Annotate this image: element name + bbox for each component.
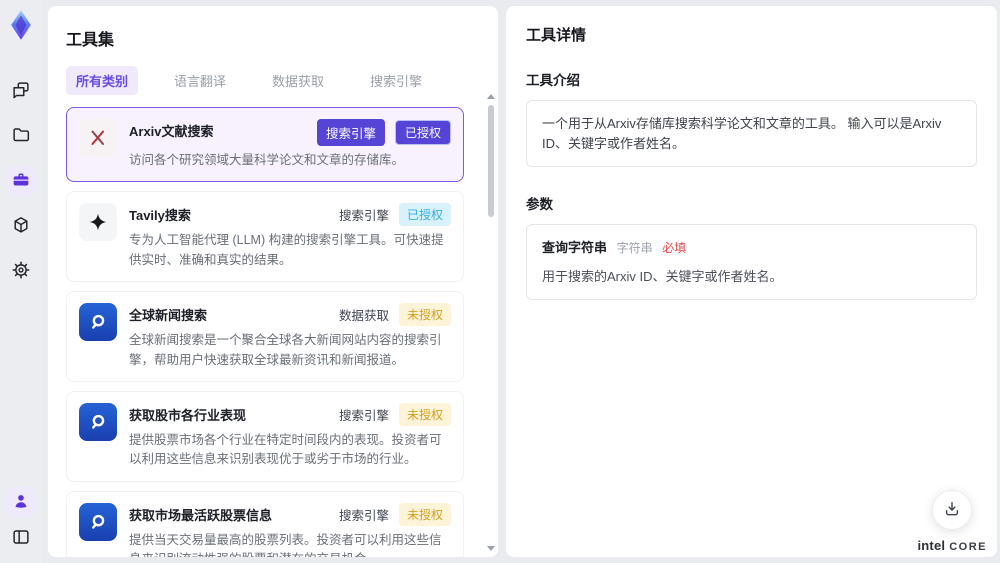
tool-list-item[interactable]: Arxiv文献搜索 搜索引擎 已授权 访问各个研究领域大量科学论文和文章的存储库… bbox=[66, 107, 464, 183]
tool-auth-badge: 已授权 bbox=[394, 120, 451, 145]
search-icon bbox=[92, 414, 105, 429]
tool-body: 获取股市各行业表现 搜索引擎 未授权 提供股票市场各个行业在特定时间段内的表现。… bbox=[129, 402, 451, 470]
intel-core-logo: intel core bbox=[917, 537, 987, 555]
sidebar-bottom bbox=[6, 487, 36, 553]
tool-category-tag: 搜索引擎 bbox=[338, 209, 389, 224]
tab-0[interactable]: 所有类别 bbox=[66, 66, 139, 95]
sidebar-item-chat[interactable] bbox=[6, 76, 36, 106]
app-logo bbox=[5, 8, 37, 42]
tool-badges: 搜索引擎 已授权 bbox=[316, 119, 451, 146]
tool-body: Tavily搜索 搜索引擎 已授权 专为人工智能代理 (LLM) 构建的搜索引擎… bbox=[129, 203, 451, 270]
tool-name: Arxiv文献搜索 bbox=[129, 124, 214, 139]
folder-icon bbox=[10, 124, 32, 149]
tool-name: Tavily搜索 bbox=[129, 208, 191, 224]
tool-badges: 搜索引擎 已授权 bbox=[338, 203, 451, 227]
user-icon bbox=[11, 491, 31, 514]
page-title: 工具集 bbox=[66, 32, 115, 49]
details-title: 工具详情 bbox=[526, 27, 587, 44]
search-icon bbox=[92, 514, 105, 529]
param-name: 查询字符串 bbox=[542, 240, 608, 255]
tool-badges: 搜索引擎 未授权 bbox=[338, 402, 451, 426]
tab-3[interactable]: 搜索引擎 bbox=[360, 66, 432, 95]
tools-panel: 工具集 所有类别 语言翻译 数据获取 搜索引擎 Arxiv文献搜索 搜索引擎 已授权 … bbox=[48, 6, 498, 557]
download-icon bbox=[942, 499, 962, 522]
chat-icon bbox=[10, 79, 32, 104]
sparkle-icon bbox=[89, 214, 107, 231]
category-tabs: 所有类别 语言翻译 数据获取 搜索引擎 bbox=[66, 66, 478, 95]
tool-name: 获取市场最活跃股票信息 bbox=[129, 507, 273, 523]
gear-icon bbox=[10, 259, 32, 284]
search-icon bbox=[92, 314, 105, 329]
tool-category-tag: 数据获取 bbox=[338, 309, 389, 324]
tool-body: 获取市场最活跃股票信息 搜索引擎 未授权 提供当天交易量最高的股票列表。投资者可… bbox=[129, 502, 451, 557]
scroll-up-arrow-icon[interactable] bbox=[486, 94, 495, 99]
details-panel: 工具详情 工具介绍 一个用于从Arxiv存储库搜索科学论文和文章的工具。 输入可… bbox=[506, 6, 997, 557]
sidebar-item-models[interactable] bbox=[6, 211, 36, 241]
tool-icon bbox=[79, 119, 117, 157]
tool-auth-badge: 未授权 bbox=[398, 402, 451, 426]
tool-name: 全球新闻搜索 bbox=[129, 308, 208, 324]
sidebar-item-settings[interactable] bbox=[6, 256, 36, 286]
tool-body: Arxiv文献搜索 搜索引擎 已授权 访问各个研究领域大量科学论文和文章的存储库… bbox=[129, 119, 451, 170]
sidebar-item-collapse[interactable] bbox=[6, 523, 36, 553]
briefcase-icon bbox=[10, 169, 32, 194]
tool-name: 获取股市各行业表现 bbox=[129, 407, 247, 423]
sidebar-item-tools[interactable] bbox=[6, 166, 36, 196]
scroll-down-arrow-icon[interactable] bbox=[486, 546, 495, 551]
layout-panel-icon bbox=[10, 526, 32, 551]
param-header: 查询字符串 字符串 必填 bbox=[542, 238, 961, 258]
tool-category-tag: 搜索引擎 bbox=[316, 119, 385, 146]
tool-description: 提供股票市场各个行业在特定时间段内的表现。投资者可以利用这些信息来识别表现优于或… bbox=[129, 432, 442, 467]
tool-auth-badge: 未授权 bbox=[398, 502, 451, 526]
param-required-badge: 必填 bbox=[662, 241, 687, 255]
tool-list-item[interactable]: 获取股市各行业表现 搜索引擎 未授权 提供股票市场各个行业在特定时间段内的表现。… bbox=[66, 390, 464, 482]
download-button[interactable] bbox=[932, 490, 973, 530]
tool-auth-badge: 未授权 bbox=[398, 303, 451, 327]
cube-icon bbox=[10, 214, 32, 239]
tool-icon bbox=[79, 203, 117, 242]
tool-category-tag: 搜索引擎 bbox=[338, 408, 389, 423]
tab-2[interactable]: 数据获取 bbox=[262, 66, 334, 95]
tool-badges: 搜索引擎 未授权 bbox=[338, 502, 451, 526]
tool-list-item[interactable]: Tavily搜索 搜索引擎 已授权 专为人工智能代理 (LLM) 构建的搜索引擎… bbox=[66, 191, 464, 283]
sidebar bbox=[0, 0, 42, 563]
tool-category-tag: 搜索引擎 bbox=[338, 508, 389, 523]
tool-intro-text: 一个用于从Arxiv存储库搜索科学论文和文章的工具。 输入可以是Arxiv ID… bbox=[526, 100, 977, 167]
param-type: 字符串 bbox=[616, 241, 653, 255]
param-description: 用于搜索的Arxiv ID、关键字或作者姓名。 bbox=[542, 268, 783, 284]
brand-intel: intel bbox=[917, 538, 946, 553]
tab-1[interactable]: 语言翻译 bbox=[164, 66, 236, 95]
tool-list-item[interactable]: 获取市场最活跃股票信息 搜索引擎 未授权 提供当天交易量最高的股票列表。投资者可… bbox=[66, 490, 464, 557]
list-scrollbar[interactable] bbox=[486, 94, 495, 551]
gem-logo-icon bbox=[11, 10, 31, 40]
app-window: 工具集 所有类别 语言翻译 数据获取 搜索引擎 Arxiv文献搜索 搜索引擎 已授权 … bbox=[0, 0, 1000, 563]
sidebar-item-files[interactable] bbox=[6, 121, 36, 151]
arxiv-icon bbox=[91, 130, 105, 145]
tool-description: 专为人工智能代理 (LLM) 构建的搜索引擎工具。可快速提供实时、准确和真实的结… bbox=[129, 233, 444, 267]
sidebar-item-profile[interactable] bbox=[6, 487, 36, 517]
tool-list: Arxiv文献搜索 搜索引擎 已授权 访问各个研究领域大量科学论文和文章的存储库… bbox=[66, 107, 478, 557]
tool-icon bbox=[79, 502, 117, 541]
tool-list-item[interactable]: 全球新闻搜索 数据获取 未授权 全球新闻搜索是一个聚合全球各大新闻网站内容的搜索… bbox=[66, 291, 464, 382]
tool-body: 全球新闻搜索 数据获取 未授权 全球新闻搜索是一个聚合全球各大新闻网站内容的搜索… bbox=[129, 303, 451, 370]
tool-icon bbox=[79, 303, 117, 342]
corner-widgets: intel core bbox=[917, 490, 987, 555]
tool-description: 提供当天交易量最高的股票列表。投资者可以利用这些信息来识别流动性强的股票和潜在的… bbox=[129, 532, 442, 557]
tool-icon bbox=[79, 402, 117, 441]
tool-badges: 数据获取 未授权 bbox=[338, 303, 451, 327]
tool-description: 访问各个研究领域大量科学论文和文章的存储库。 bbox=[129, 153, 405, 167]
scrollbar-thumb[interactable] bbox=[487, 105, 494, 217]
tool-description: 全球新闻搜索是一个聚合全球各大新闻网站内容的搜索引擎，帮助用户快速获取全球最新资… bbox=[129, 333, 442, 367]
intro-heading: 工具介绍 bbox=[526, 73, 580, 88]
brand-core: core bbox=[949, 541, 987, 553]
sidebar-nav bbox=[6, 76, 36, 286]
params-heading: 参数 bbox=[526, 197, 553, 212]
tool-auth-badge: 已授权 bbox=[398, 203, 451, 227]
param-card: 查询字符串 字符串 必填 用于搜索的Arxiv ID、关键字或作者姓名。 bbox=[526, 224, 977, 300]
